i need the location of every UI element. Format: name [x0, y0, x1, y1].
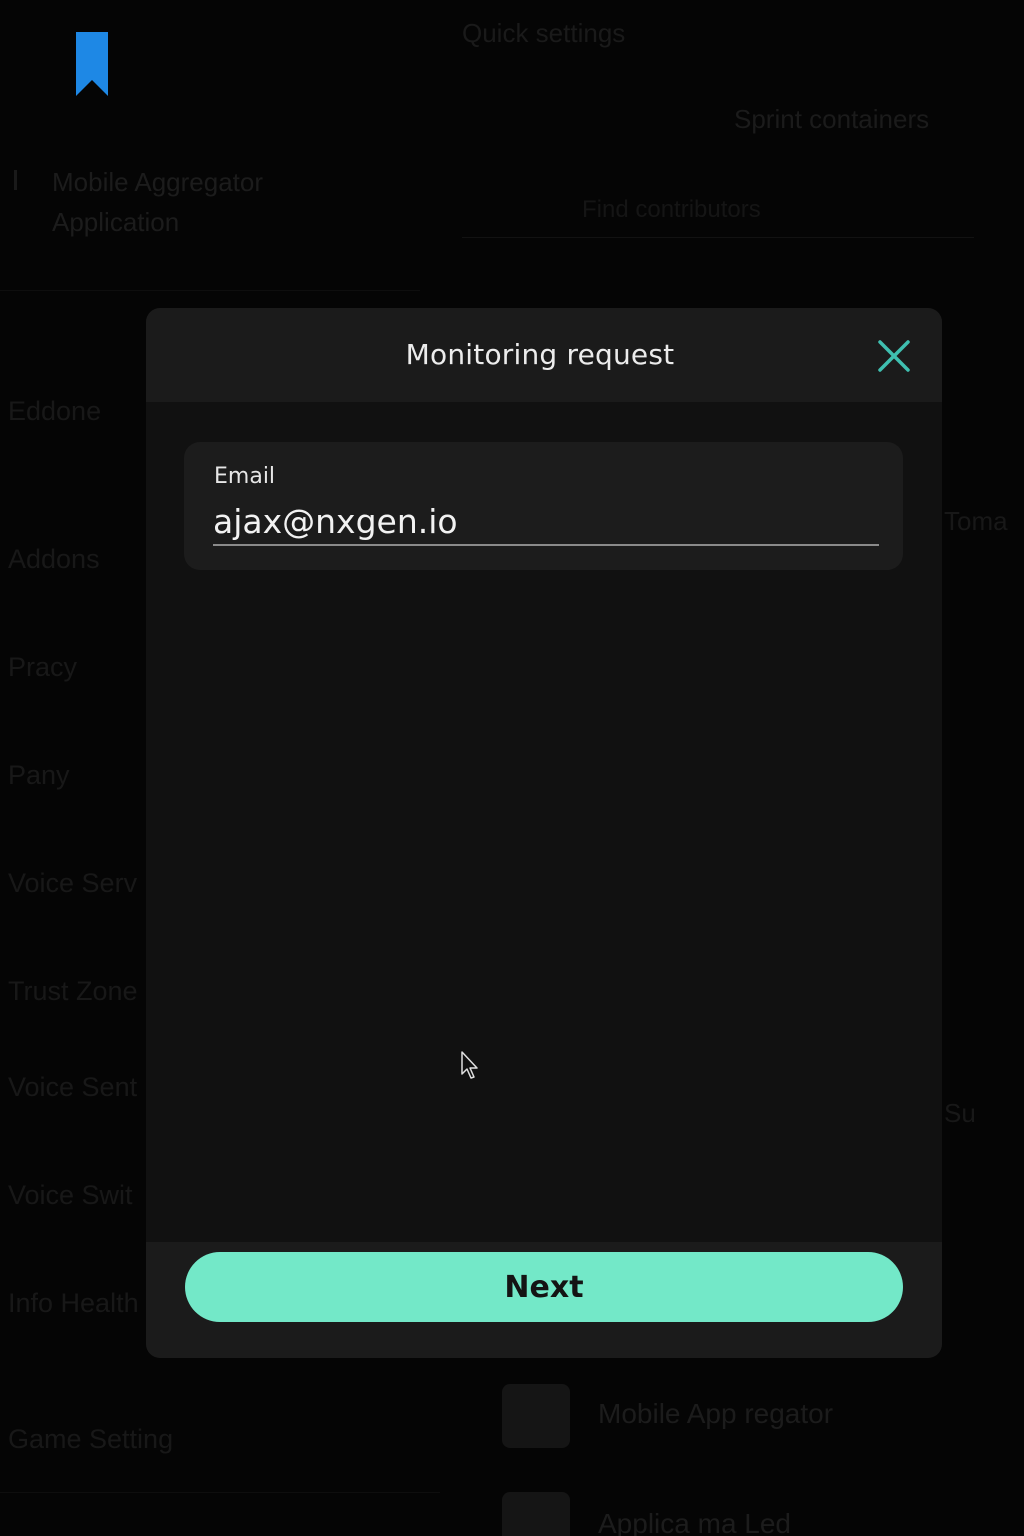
dialog-title: Monitoring request: [405, 338, 675, 371]
background-row: Trust Zone: [8, 976, 138, 1006]
mouse-cursor-icon: [461, 1051, 478, 1079]
email-field[interactable]: [213, 498, 879, 546]
background-row: Voice Sent: [8, 1072, 138, 1102]
app-name-line-1: Mobile Aggregator: [52, 167, 264, 197]
background-right-row: Su: [944, 1098, 976, 1128]
background-row: Pracy: [8, 652, 78, 682]
background-row: Addons: [8, 544, 100, 574]
bookmark-icon[interactable]: [76, 32, 108, 96]
app-glyph-icon: [14, 170, 27, 190]
background-row: Pany: [8, 760, 70, 790]
background-title: Quick settings: [462, 18, 626, 48]
dialog-footer: Next: [146, 1242, 942, 1358]
divider: [0, 1492, 440, 1493]
background-row: Voice Swit: [8, 1180, 133, 1210]
divider: [0, 290, 420, 291]
close-icon[interactable]: [872, 334, 916, 378]
dialog-header: Monitoring request: [146, 308, 942, 402]
monitoring-request-dialog: Monitoring request Email Next: [146, 308, 942, 1358]
list-thumbnail: [502, 1492, 570, 1536]
background-row: Info Health: [8, 1288, 139, 1318]
background-row: Eddone: [8, 396, 102, 426]
email-label: Email: [214, 464, 276, 489]
next-button[interactable]: Next: [185, 1252, 903, 1322]
app-name-line-2: Application: [52, 207, 180, 237]
screen: Quick settings Sprint containers Mobile …: [0, 0, 1024, 1536]
background-search-field: Find contributors: [462, 186, 974, 238]
background-row: Voice Serv: [8, 868, 138, 898]
background-right-heading: Sprint containers: [734, 104, 930, 134]
background-right-row: Toma: [944, 506, 1008, 536]
email-field-card: Email: [184, 442, 903, 570]
background-list-item: Applica ma Led: [598, 1508, 792, 1536]
background-list-item: Mobile App regator: [598, 1398, 834, 1429]
list-thumbnail: [502, 1384, 570, 1448]
background-app-name: Mobile Aggregator Application: [52, 162, 263, 242]
background-row: Game Setting: [8, 1424, 174, 1454]
